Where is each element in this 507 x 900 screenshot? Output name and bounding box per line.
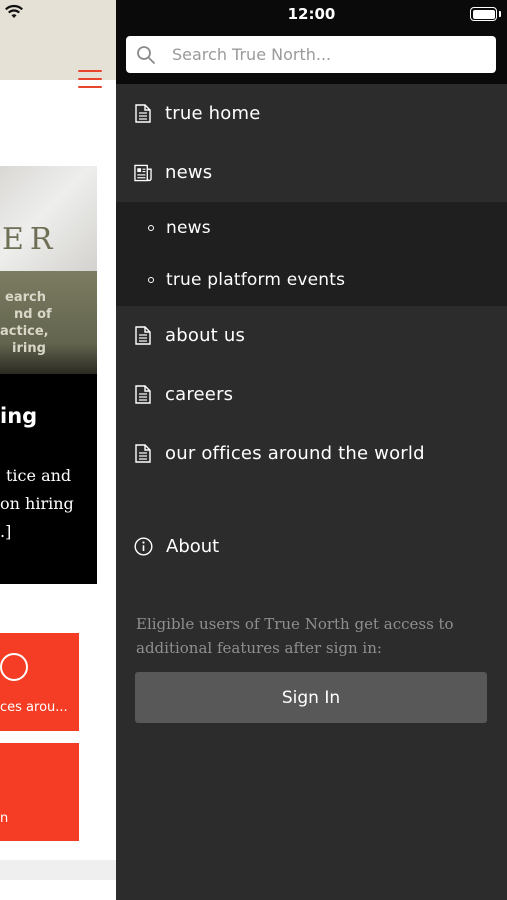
sub-item-news[interactable]: news [116, 202, 507, 254]
wifi-icon [5, 4, 23, 18]
card-text: n [0, 811, 9, 826]
background-hero-card[interactable]: ER earch nd of actice, iring ing tice an… [0, 166, 97, 584]
hero-band: earch nd of actice, iring [0, 271, 97, 374]
hero-body: tice and on hiring .] [0, 466, 74, 541]
nav-item-label: news [165, 162, 213, 183]
document-icon [134, 385, 152, 405]
nav-item-label: about us [165, 325, 246, 346]
background-footer [0, 860, 116, 880]
battery-tip [499, 11, 501, 17]
background-top-bar [0, 28, 116, 88]
about-label: About [166, 535, 220, 557]
navigation-drawer: 12:00 Search True North... true home new… [116, 0, 507, 900]
app-screen: ER earch nd of actice, iring ing tice an… [0, 0, 507, 900]
document-icon [134, 326, 152, 346]
status-bar: 12:00 [116, 0, 507, 28]
nav-item-label: careers [165, 384, 234, 405]
search-input[interactable] [172, 45, 482, 64]
sign-in-button[interactable]: Sign In [135, 672, 487, 723]
sign-in-note: Eligible users of True North get access … [136, 615, 454, 657]
news-submenu: news true platform events [116, 202, 507, 306]
hamburger-menu-icon[interactable] [78, 70, 102, 90]
document-icon [134, 444, 152, 464]
document-icon [134, 104, 152, 124]
background-status-bar [0, 0, 116, 28]
drawer-nav-list: true home news news true platform events… [116, 84, 507, 483]
nav-item-label: true home [165, 103, 261, 124]
search-icon [126, 36, 166, 73]
nav-item-news[interactable]: news [116, 143, 507, 202]
battery-icon [470, 7, 497, 21]
nav-item-careers[interactable]: careers [116, 365, 507, 424]
card-text: ces arou... [0, 700, 68, 715]
status-time: 12:00 [287, 5, 336, 23]
sub-item-label: news [166, 218, 211, 238]
hero-logo-text: ER [2, 222, 59, 257]
background-page: ER earch nd of actice, iring ing tice an… [0, 0, 116, 900]
info-icon [134, 536, 153, 556]
bullet-icon [148, 225, 154, 231]
globe-icon [0, 653, 28, 681]
sub-item-true-platform-events[interactable]: true platform events [116, 254, 507, 306]
nav-item-label: our offices around the world [165, 443, 425, 464]
hero-image: ER [0, 166, 97, 271]
about-menu-item[interactable]: About [116, 517, 507, 575]
search-box[interactable] [126, 36, 496, 73]
sub-item-label: true platform events [166, 270, 346, 290]
newspaper-icon [134, 163, 152, 183]
nav-item-true-home[interactable]: true home [116, 84, 507, 143]
background-card-2[interactable]: n [0, 743, 79, 841]
background-card-offices[interactable]: ces arou... [0, 633, 79, 731]
hero-title: ing [0, 404, 38, 428]
nav-item-our-offices[interactable]: our offices around the world [116, 424, 507, 483]
bullet-icon [148, 277, 154, 283]
search-bar [116, 28, 507, 84]
hero-band-text: earch nd of actice, iring [0, 290, 52, 356]
nav-item-about-us[interactable]: about us [116, 306, 507, 365]
